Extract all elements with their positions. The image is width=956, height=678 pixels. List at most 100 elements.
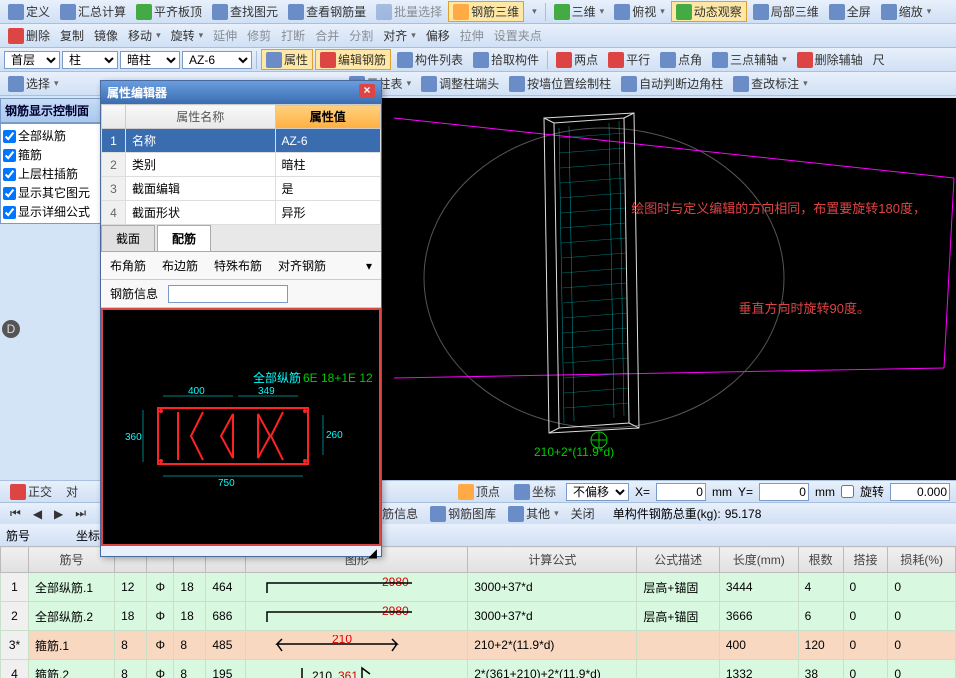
btn-rebar-3d[interactable]: 钢筋三维: [448, 1, 524, 22]
btn-move[interactable]: 移动: [124, 26, 165, 45]
btn-check-label[interactable]: 查改标注: [729, 74, 812, 93]
btn-del-aux[interactable]: 删除辅轴: [793, 50, 867, 69]
chk-all-long[interactable]: 全部纵筋: [3, 126, 101, 145]
chk-stirrup[interactable]: 箍筋: [3, 145, 101, 164]
btn-draw-by-wall[interactable]: 按墙位置绘制柱: [505, 74, 615, 93]
btn-batch-sel[interactable]: 批量选择: [372, 2, 446, 21]
table-row[interactable]: 2全部纵筋.218Φ1868629803000+37*d层高+锚固3666600: [1, 602, 956, 631]
chevron-down-icon[interactable]: ▾: [360, 257, 378, 275]
btn-zoom[interactable]: 缩放: [877, 2, 936, 21]
btn-corner-bar[interactable]: 布角筋: [104, 255, 152, 276]
item-select[interactable]: AZ-6: [182, 51, 252, 69]
nav-last-icon[interactable]: ⏭: [71, 505, 90, 522]
btn-adjust-end[interactable]: 调整柱端头: [417, 74, 503, 93]
btn-orbit[interactable]: 动态观察: [671, 1, 747, 22]
rebar-toolbar: 布角筋 布边筋 特殊布筋 对齐钢筋 ▾: [101, 252, 381, 280]
btn-copy[interactable]: 复制: [56, 26, 88, 45]
btn-align-bar[interactable]: 对齐钢筋: [272, 255, 332, 276]
chk-upper-insert[interactable]: 上层柱插筋: [3, 164, 101, 183]
btn-auto-corner[interactable]: 自动判断边角柱: [617, 74, 727, 93]
btn-sumcalc[interactable]: 汇总计算: [56, 2, 130, 21]
d-marker: D: [2, 320, 20, 338]
btn-align-slab[interactable]: 平齐板顶: [132, 2, 206, 21]
btn-view-rebar[interactable]: 查看钢筋量: [284, 2, 370, 21]
nav-first-icon[interactable]: ⏮: [6, 505, 25, 522]
btn-bar-info[interactable]: 筋信息: [378, 504, 422, 523]
btn-break[interactable]: 打断: [277, 26, 309, 45]
btn-edge-bar[interactable]: 布边筋: [156, 255, 204, 276]
rebar-info-input[interactable]: [168, 285, 288, 303]
svg-text:260: 260: [326, 430, 343, 441]
left-panel-header: 钢筋显示控制面: [0, 98, 104, 123]
prop-row-cat[interactable]: 2类别暗柱: [102, 153, 381, 177]
btn-find[interactable]: 查找图元: [208, 2, 282, 21]
chk-show-other[interactable]: 显示其它图元: [3, 183, 101, 202]
floor-select[interactable]: 首层: [4, 51, 60, 69]
btn-twopoint[interactable]: 两点: [552, 50, 602, 69]
tab-rebar[interactable]: 配筋: [157, 225, 211, 251]
btn-offset[interactable]: 偏移: [422, 26, 454, 45]
btn-stretch[interactable]: 拉伸: [456, 26, 488, 45]
btn-pick[interactable]: 拾取构件: [469, 50, 543, 69]
btn-rebar-3d-drop[interactable]: [526, 5, 541, 18]
btn-close[interactable]: 关闭: [567, 504, 599, 523]
btn-grippoint[interactable]: 设置夹点: [490, 26, 546, 45]
property-dialog: 属性编辑器 × 属性名称属性值 1名称AZ-6 2类别暗柱 3截面编辑是 4截面…: [100, 80, 382, 557]
svg-text:210: 210: [312, 669, 332, 678]
toolbar-main: 定义 汇总计算 平齐板顶 查找图元 查看钢筋量 批量选择 钢筋三维 三维 俯视 …: [0, 0, 956, 24]
btn-rebar-lib[interactable]: 钢筋图库: [426, 504, 500, 523]
btn-3d[interactable]: 三维: [550, 2, 609, 21]
btn-vertex[interactable]: 顶点: [454, 482, 504, 501]
btn-3pt-aux[interactable]: 三点辅轴: [708, 50, 791, 69]
btn-coord[interactable]: 坐标: [510, 482, 560, 501]
prop-row-sectionedit[interactable]: 3截面编辑是: [102, 177, 381, 201]
left-panel: 钢筋显示控制面 全部纵筋 箍筋 上层柱插筋 显示其它图元 显示详细公式: [0, 98, 104, 224]
btn-pointangle[interactable]: 点角: [656, 50, 706, 69]
btn-fullscreen[interactable]: 全屏: [825, 2, 875, 21]
prop-row-shape[interactable]: 4截面形状异形: [102, 201, 381, 225]
resize-handle[interactable]: ◢: [101, 546, 381, 556]
btn-other[interactable]: 其他: [504, 504, 563, 523]
btn-props[interactable]: 属性: [261, 49, 313, 70]
rotate-check[interactable]: [841, 485, 854, 498]
btn-special-bar[interactable]: 特殊布筋: [208, 255, 268, 276]
btn-delete[interactable]: 删除: [4, 26, 54, 45]
nav-next-icon[interactable]: ▶: [50, 506, 67, 522]
btn-ortho[interactable]: 正交: [6, 482, 56, 501]
propdlg-title: 属性编辑器: [107, 84, 167, 101]
angle-input[interactable]: [890, 483, 950, 501]
btn-define[interactable]: 定义: [4, 2, 54, 21]
btn-rotate[interactable]: 旋转: [167, 26, 208, 45]
table-row[interactable]: 1全部纵筋.112Φ1846429803000+37*d层高+锚固3444400: [1, 573, 956, 602]
x-input[interactable]: [656, 483, 706, 501]
btn-ruler[interactable]: 尺: [869, 50, 889, 69]
btn-edit-rebar[interactable]: 编辑钢筋: [315, 49, 391, 70]
offset-select[interactable]: 不偏移: [566, 483, 629, 501]
btn-topview[interactable]: 俯视: [610, 2, 669, 21]
category-select[interactable]: 柱: [62, 51, 118, 69]
subcat-select[interactable]: 暗柱: [120, 51, 180, 69]
btn-align[interactable]: 对齐: [379, 26, 420, 45]
nav-prev-icon[interactable]: ◀: [29, 506, 46, 522]
btn-component-list[interactable]: 构件列表: [393, 50, 467, 69]
tab-section[interactable]: 截面: [101, 225, 155, 251]
propdlg-titlebar[interactable]: 属性编辑器 ×: [101, 81, 381, 104]
btn-merge[interactable]: 合并: [311, 26, 343, 45]
btn-split[interactable]: 分割: [345, 26, 377, 45]
propdlg-close-icon[interactable]: ×: [359, 84, 375, 98]
btn-mirror[interactable]: 镜像: [90, 26, 122, 45]
y-input[interactable]: [759, 483, 809, 501]
btn-parallel[interactable]: 平行: [604, 50, 654, 69]
btn-local3d[interactable]: 局部三维: [749, 2, 823, 21]
table-row[interactable]: 4箍筋.28Φ81952103612*(361+210)+2*(11.9*d)1…: [1, 660, 956, 678]
btn-extend[interactable]: 延伸: [209, 26, 241, 45]
btn-snap[interactable]: 对: [62, 482, 82, 501]
property-table[interactable]: 属性名称属性值 1名称AZ-6 2类别暗柱 3截面编辑是 4截面形状异形: [101, 104, 381, 225]
chk-show-detail[interactable]: 显示详细公式: [3, 202, 101, 221]
btn-select[interactable]: 选择: [4, 74, 63, 93]
rebar-grid[interactable]: 筋号图形计算公式公式描述长度(mm)根数搭接损耗(%) 1全部纵筋.112Φ18…: [0, 546, 956, 678]
prop-row-name[interactable]: 1名称AZ-6: [102, 129, 381, 153]
table-row[interactable]: 3*箍筋.18Φ8485210210+2*(11.9*d)40012000: [1, 631, 956, 660]
section-preview[interactable]: 400 349 360 260 750 全部纵筋 6E 18+1E 12: [101, 308, 381, 546]
btn-trim[interactable]: 修剪: [243, 26, 275, 45]
